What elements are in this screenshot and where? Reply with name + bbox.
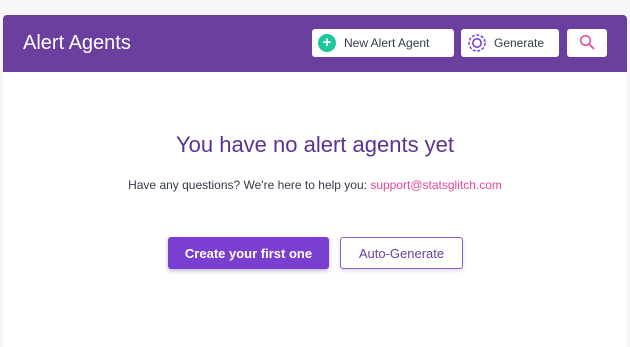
search-button[interactable]	[567, 29, 607, 57]
support-email-link[interactable]: support@statsglitch.com	[370, 178, 502, 192]
empty-state-title: You have no alert agents yet	[175, 132, 455, 157]
page-title: Alert Agents	[23, 32, 131, 54]
help-text: Have any questions? We're here to help y…	[128, 178, 371, 192]
create-first-agent-button[interactable]: Create your first one	[168, 237, 329, 269]
plus-icon: +	[318, 34, 336, 52]
auto-generate-button[interactable]: Auto-Generate	[340, 237, 463, 269]
header-bar: Alert Agents + New Alert Agent Generate	[3, 15, 627, 72]
new-alert-agent-button[interactable]: + New Alert Agent	[312, 29, 454, 57]
new-alert-agent-label: New Alert Agent	[344, 36, 430, 50]
generate-gear-icon	[468, 34, 486, 52]
generate-label: Generate	[494, 36, 545, 50]
empty-state-subtitle: Have any questions? We're here to help y…	[3, 178, 627, 192]
alert-agents-panel: Alert Agents + New Alert Agent Generate	[3, 15, 627, 347]
generate-button[interactable]: Generate	[461, 29, 559, 57]
search-icon	[579, 34, 595, 53]
